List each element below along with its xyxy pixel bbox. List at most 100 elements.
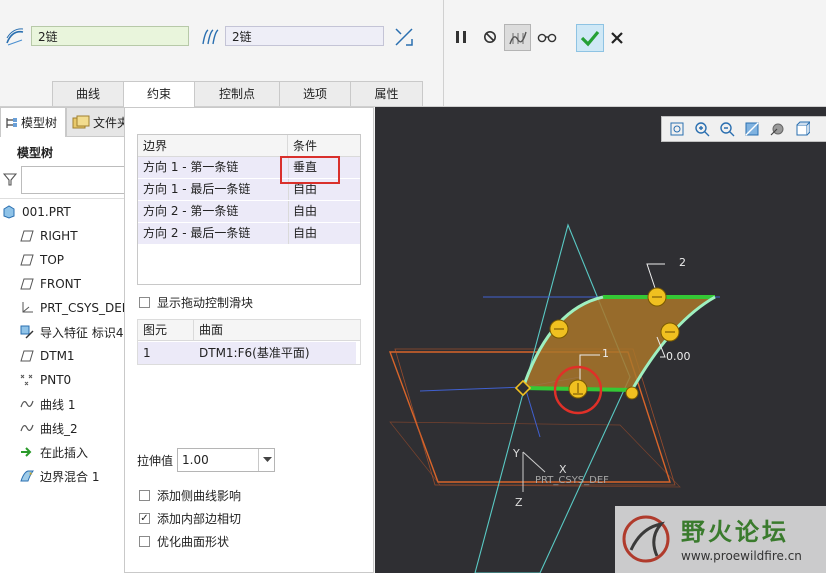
curve-icon	[18, 420, 36, 436]
side-curves-option[interactable]: 添加侧曲线影响	[139, 487, 241, 504]
ribbon-divider	[443, 0, 444, 106]
stretch-value-combobox[interactable]: 1.00	[177, 448, 275, 472]
insert-here-icon	[18, 444, 36, 460]
part-icon	[0, 204, 18, 220]
tab-model-tree-label: 模型树	[21, 116, 58, 130]
optimize-checkbox[interactable]	[139, 536, 150, 547]
ok-check-icon[interactable]	[576, 24, 604, 52]
constraint-boundary: 方向 1 - 第一条链	[138, 157, 289, 178]
tab-constraints-label: 约束	[146, 87, 171, 101]
repaint-icon[interactable]	[741, 119, 763, 139]
datum-plane-icon	[18, 348, 36, 364]
surface-row[interactable]: 1 DTM1:F6(基准平面)	[138, 342, 356, 364]
datum-plane-icon	[18, 228, 36, 244]
stretch-value-input[interactable]: 1.00	[182, 453, 209, 467]
tree-item-label: 边界混合 1	[40, 469, 100, 484]
tree-item-label: TOP	[40, 253, 65, 267]
constraint-condition[interactable]: 自由	[288, 201, 360, 222]
watermark: 野火论坛 www.proewildfire.cn	[615, 506, 826, 573]
inner-edge-option[interactable]: ✓ 添加内部边相切	[139, 510, 241, 527]
tab-constraints[interactable]: 约束	[123, 81, 195, 107]
saved-views-icon[interactable]	[791, 119, 813, 139]
folder-icon	[72, 115, 90, 129]
zoom-out-icon[interactable]	[716, 119, 738, 139]
inner-edge-checkbox[interactable]: ✓	[139, 513, 150, 524]
inner-edge-label: 添加内部边相切	[157, 512, 242, 526]
header-element: 图元	[138, 320, 194, 341]
show-drag-handles-checkbox[interactable]	[139, 297, 150, 308]
tab-options-label: 选项	[302, 87, 327, 101]
direction2-chain-icon[interactable]	[199, 26, 221, 48]
model-tree-icon	[6, 117, 17, 128]
constraint-boundary: 方向 1 - 最后一条链	[138, 179, 289, 200]
tab-curves-label: 曲线	[75, 87, 100, 101]
tree-search-input[interactable]	[21, 166, 134, 194]
constraint-boundary: 方向 2 - 最后一条链	[138, 223, 289, 244]
dashboard-ribbon: 2链 2链 曲线 约束 控制点 选项 属性	[0, 0, 826, 107]
model-tree-heading: 模型树	[17, 146, 54, 160]
show-drag-handles-label: 显示拖动控制滑块	[157, 296, 254, 310]
header-boundary-label: 边界	[143, 139, 168, 153]
refit-icon[interactable]	[666, 119, 688, 139]
curve-icon	[18, 396, 36, 412]
watermark-url: www.proewildfire.cn	[681, 549, 802, 563]
direction1-chain-icon[interactable]	[4, 26, 26, 48]
direction2-chain-field[interactable]: 2链	[225, 26, 384, 46]
tab-control-points[interactable]: 控制点	[194, 81, 280, 106]
filter-icon[interactable]	[0, 168, 20, 190]
datum-plane-icon	[18, 276, 36, 292]
constraint-condition[interactable]: 自由	[288, 223, 360, 244]
constraint-row[interactable]: 方向 2 - 第一条链 自由	[138, 201, 360, 223]
tree-item-label: RIGHT	[40, 229, 78, 243]
tree-item-label: 001.PRT	[22, 205, 71, 219]
stretch-value-label: 拉伸值	[137, 454, 174, 468]
tree-item-label: FRONT	[40, 277, 81, 291]
side-curves-checkbox[interactable]	[139, 490, 150, 501]
display-style-icon[interactable]	[766, 119, 788, 139]
zoom-in-icon[interactable]	[691, 119, 713, 139]
graphics-viewport[interactable]: 2 1 0.00 Y X Z PRT_CSYS_DEF 野火论坛 www.pro…	[375, 107, 826, 573]
tab-curves[interactable]: 曲线	[52, 81, 124, 106]
constraints-panel: 边界 条件 方向 1 - 第一条链 垂直 方向 1 - 最后一条链 自由 方向 2 - …	[124, 107, 374, 573]
pause-icon[interactable]	[450, 26, 472, 48]
tree-item-label: 在此插入	[40, 445, 89, 460]
header-surface: 曲面	[194, 320, 360, 341]
header-condition: 条件	[288, 135, 360, 157]
tree-item-label: PNT0	[40, 373, 72, 387]
view-toolbar	[661, 116, 826, 142]
divider	[0, 198, 134, 199]
direction1-chain-field[interactable]: 2链	[31, 26, 189, 46]
verify-mode-icon[interactable]	[504, 24, 531, 51]
csys-label: PRT_CSYS_DEF	[535, 475, 609, 486]
model-tree-panel: 模型树 文件夹 模型树 001.PRT RIGHT TOP FRONT PRT_CSYS…	[0, 107, 135, 573]
boundary-label-1: 1	[602, 347, 609, 360]
approximate-blend-icon[interactable]	[392, 25, 416, 49]
csys-axis-z: Z	[515, 496, 523, 509]
constraint-row[interactable]: 方向 2 - 最后一条链 自由	[138, 223, 360, 245]
boundary-label-2: 2	[679, 256, 686, 269]
glasses-preview-icon[interactable]	[536, 26, 558, 48]
tab-model-tree[interactable]: 模型树	[0, 107, 66, 137]
tree-item-label: PRT_CSYS_DEF	[40, 301, 129, 315]
no-preview-icon[interactable]	[479, 26, 501, 48]
constraint-boundary: 方向 2 - 第一条链	[138, 201, 289, 222]
tab-options[interactable]: 选项	[279, 81, 351, 106]
tab-properties-label: 属性	[374, 87, 399, 101]
tree-item[interactable]: 001.PRT	[0, 200, 134, 224]
import-feature-icon	[18, 324, 36, 340]
tree-item-label: 曲线_2	[40, 421, 78, 436]
datum-point-icon	[18, 372, 36, 388]
cancel-close-icon[interactable]	[607, 27, 627, 49]
optimize-option[interactable]: 优化曲面形状	[139, 533, 229, 550]
csys-icon	[18, 300, 36, 316]
csys-axis-y: Y	[513, 447, 520, 460]
surface-row-element: 1	[143, 346, 151, 360]
chevron-down-icon[interactable]	[258, 449, 275, 471]
show-drag-handles-option[interactable]: 显示拖动控制滑块	[139, 294, 253, 311]
tree-item-label: DTM1	[40, 349, 75, 363]
tree-item-label: 曲线 1	[40, 397, 76, 412]
highlight-box	[280, 156, 340, 184]
tab-properties[interactable]: 属性	[350, 81, 423, 106]
stretch-value-label: 0.00	[666, 350, 691, 363]
header-element-label: 图元	[143, 323, 168, 337]
